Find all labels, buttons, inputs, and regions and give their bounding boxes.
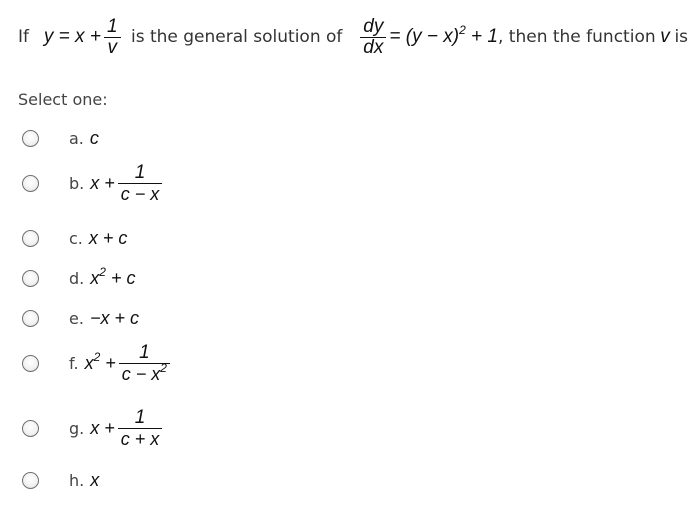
fraction-denominator: v xyxy=(107,36,117,58)
option-letter: e. xyxy=(69,309,84,328)
option-math-base: x xyxy=(90,268,100,288)
option-math: x + xyxy=(90,418,115,438)
option-label: d. x2 + c xyxy=(69,265,136,289)
option-letter: d. xyxy=(69,269,85,288)
option-f[interactable]: f. x2 + 1 c − x2 xyxy=(22,343,173,384)
option-letter: g. xyxy=(69,419,85,438)
option-label: a. c xyxy=(69,128,99,149)
question-suffix-pre: , then the function xyxy=(497,27,656,47)
fraction-denominator: dx xyxy=(363,36,384,58)
option-math-base: x xyxy=(84,353,94,373)
option-label: b. x + 1 c − x xyxy=(69,163,165,204)
ode-rhs-exponent: 2 xyxy=(459,23,466,37)
fraction-denominator: c − x2 xyxy=(119,361,170,384)
option-math: c xyxy=(89,128,99,148)
option-e[interactable]: e. −x + c xyxy=(22,308,139,329)
option-letter: b. xyxy=(69,174,85,193)
question-prefix: If xyxy=(18,27,29,47)
radio-button[interactable] xyxy=(22,175,39,192)
radio-button[interactable] xyxy=(22,420,39,437)
option-letter: c. xyxy=(69,229,83,248)
select-one-prompt: Select one: xyxy=(18,90,108,109)
option-fraction: 1 c + x xyxy=(117,407,163,449)
radio-button[interactable] xyxy=(22,130,39,147)
radio-button[interactable] xyxy=(22,270,39,287)
radio-button[interactable] xyxy=(22,472,39,489)
ode-fraction: dy dx xyxy=(360,15,387,58)
option-label: g. x + 1 c + x xyxy=(69,408,165,449)
option-label: e. −x + c xyxy=(69,308,139,329)
fraction-numerator: 1 xyxy=(134,407,146,428)
question-text: If y = x + 1 v is the general solution o… xyxy=(18,14,688,60)
fraction-numerator: 1 xyxy=(106,15,118,37)
ode-rhs: = (y − x)2 + 1 xyxy=(389,23,498,48)
option-math-post: + c xyxy=(105,268,136,288)
option-math: x xyxy=(90,470,100,490)
option-math: x2 + xyxy=(84,351,116,374)
solution-lhs: y = x + xyxy=(43,26,101,47)
option-math: x + c xyxy=(88,228,128,248)
fraction-numerator: 1 xyxy=(134,162,146,183)
radio-button[interactable] xyxy=(22,230,39,247)
option-math-exponent: 2 xyxy=(99,265,106,279)
option-g[interactable]: g. x + 1 c + x xyxy=(22,408,165,449)
option-b[interactable]: b. x + 1 c − x xyxy=(22,163,165,204)
question-suffix-post: is xyxy=(674,27,689,47)
option-letter: a. xyxy=(69,129,84,148)
radio-button[interactable] xyxy=(22,355,39,372)
option-label: h. x xyxy=(69,470,99,491)
question-suffix-var: v xyxy=(660,26,670,47)
option-d[interactable]: d. x2 + c xyxy=(22,265,136,289)
option-math: x2 + c xyxy=(90,265,136,289)
option-math: −x + c xyxy=(89,308,139,328)
fraction-numerator: 1 xyxy=(139,342,150,363)
option-letter: h. xyxy=(69,471,85,490)
option-c[interactable]: c. x + c xyxy=(22,228,127,249)
option-label: f. x2 + 1 c − x2 xyxy=(69,343,173,384)
fraction-denominator: c + x xyxy=(120,429,160,449)
ode-rhs-post: + 1 xyxy=(471,26,498,47)
option-math: x + xyxy=(90,173,115,193)
option-math-post: + xyxy=(100,353,116,373)
option-h[interactable]: h. x xyxy=(22,470,99,491)
option-fraction: 1 c − x2 xyxy=(118,342,170,384)
option-fraction: 1 c − x xyxy=(117,162,163,204)
denominator-exponent: 2 xyxy=(160,361,167,375)
option-label: c. x + c xyxy=(69,228,127,249)
ode-rhs-base: = (y − x) xyxy=(389,26,460,47)
option-a[interactable]: a. c xyxy=(22,128,99,149)
denominator-base: c − x xyxy=(121,364,161,384)
solution-fraction: 1 v xyxy=(103,15,121,58)
fraction-numerator: dy xyxy=(363,15,384,37)
question-middle: is the general solution of xyxy=(130,27,343,47)
radio-button[interactable] xyxy=(22,310,39,327)
option-letter: f. xyxy=(69,354,79,373)
fraction-denominator: c − x xyxy=(120,184,160,204)
